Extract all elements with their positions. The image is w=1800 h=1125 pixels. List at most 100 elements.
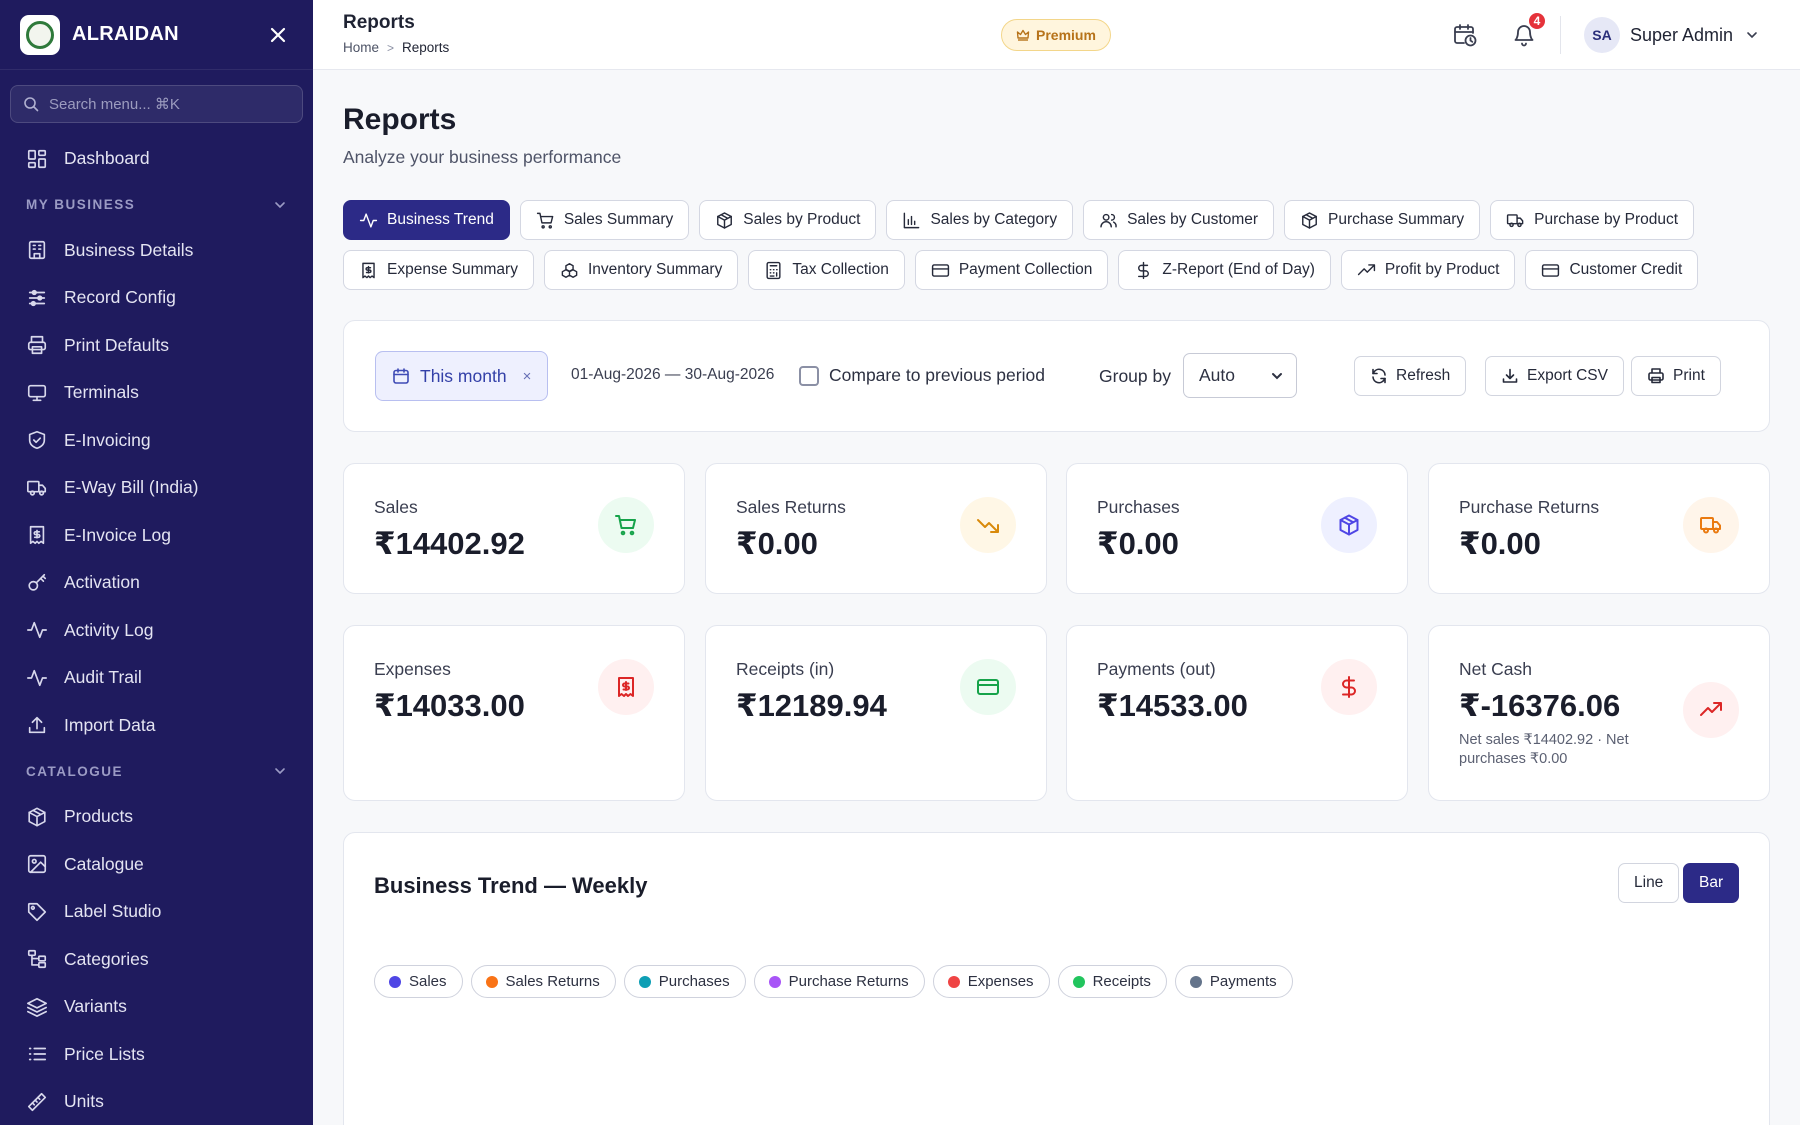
close-sidebar-button[interactable] [263,20,293,50]
tab-tax-collection[interactable]: Tax Collection [748,250,905,290]
tab-profit-by-product[interactable]: Profit by Product [1340,250,1516,290]
kpi-icon-badge [960,497,1016,553]
compare-checkbox[interactable] [799,365,819,386]
chevron-down-icon [1272,372,1282,379]
chevron-down-icon [275,768,285,775]
topbar: Reports Home > Reports Premium 4 SA Supe… [313,0,1800,70]
tab-expense-summary[interactable]: Expense Summary [343,250,534,290]
group-by-select[interactable]: Auto [1183,353,1297,398]
sidebar-item-business-details[interactable]: Business Details [0,227,313,275]
sidebar-item-label: Price Lists [64,1043,145,1064]
period-chip[interactable]: This month × [375,351,549,401]
group-by-label: Group by [1099,366,1171,386]
breadcrumb-home[interactable]: Home [343,40,379,55]
legend-item-sales-returns[interactable]: Sales Returns [470,965,616,998]
tab-sales-by-customer[interactable]: Sales by Customer [1083,200,1275,240]
sidebar-item-terminals[interactable]: Terminals [0,369,313,417]
tab-sales-by-product[interactable]: Sales by Product [699,200,877,240]
compare-toggle[interactable]: Compare to previous period [799,365,1045,386]
legend-item-expenses[interactable]: Expenses [932,965,1050,998]
legend-item-purchases[interactable]: Purchases [623,965,746,998]
tab-label: Purchase Summary [1328,211,1465,228]
sidebar-item-e-invoicing[interactable]: E-Invoicing [0,417,313,465]
tab-label: Customer Credit [1569,261,1683,278]
chevron-down-icon [275,201,285,208]
calendar-icon [393,368,409,384]
sidebar-item-audit-trail[interactable]: Audit Trail [0,654,313,702]
brand-name: ALRAIDAN [72,23,179,45]
schedule-button[interactable] [1450,20,1480,50]
legend-swatch [768,975,781,988]
sidebar-item-units[interactable]: Units [0,1078,313,1125]
business-trend-panel: Business Trend — Weekly Line Bar Sales Sa… [343,832,1770,1125]
legend-item-purchase-returns[interactable]: Purchase Returns [753,965,925,998]
sidebar-section-catalogue[interactable]: CATALOGUE [0,749,313,793]
group-by-value: Auto [1199,365,1235,385]
refresh-label: Refresh [1396,367,1451,384]
sidebar-search-input[interactable] [49,95,290,113]
clear-period-button[interactable]: × [523,368,532,385]
activity-icon [27,669,47,686]
sidebar-section-my-business[interactable]: MY BUSINESS [0,183,313,227]
premium-badge[interactable]: Premium [1001,19,1111,51]
sidebar-item-label: Categories [64,948,149,969]
sidebar-item-categories[interactable]: Categories [0,936,313,984]
credit-card-icon [931,263,949,277]
kpi-value: ₹-16376.06 [1459,688,1621,723]
sidebar-item-import-data[interactable]: Import Data [0,702,313,750]
sidebar-item-e-invoice-log[interactable]: E-Invoice Log [0,512,313,560]
export-csv-label: Export CSV [1527,367,1608,384]
tab-z-report-end-of-day[interactable]: Z-Report (End of Day) [1118,250,1331,290]
line-view-button[interactable]: Line [1618,863,1680,903]
refresh-button[interactable]: Refresh [1354,356,1467,396]
kpi-icon-badge [960,659,1016,715]
sidebar-item-record-config[interactable]: Record Config [0,274,313,322]
sidebar-item-label: Dashboard [64,148,150,169]
kpi-label: Receipts (in) [736,659,835,679]
key-icon [28,573,47,591]
tab-purchase-summary[interactable]: Purchase Summary [1284,200,1481,240]
receipt-icon [29,526,45,545]
print-button[interactable]: Print [1631,356,1721,396]
filters-bar: This month × 01-Aug-2026 — 30-Aug-2026 C… [343,320,1770,432]
sidebar-item-products[interactable]: Products [0,793,313,841]
tab-inventory-summary[interactable]: Inventory Summary [543,250,739,290]
tab-business-trend[interactable]: Business Trend [343,200,510,240]
sidebar-item-price-lists[interactable]: Price Lists [0,1031,313,1079]
sidebar-item-e-way-bill-india[interactable]: E-Way Bill (India) [0,464,313,512]
tab-payment-collection[interactable]: Payment Collection [914,250,1109,290]
notifications-button[interactable]: 4 [1509,11,1547,50]
tab-purchase-by-product[interactable]: Purchase by Product [1490,200,1695,240]
sidebar-item-variants[interactable]: Variants [0,983,313,1031]
sidebar-section-title: CATALOGUE [26,763,123,779]
export-csv-button[interactable]: Export CSV [1485,356,1624,396]
upload-icon [28,717,46,734]
sidebar-item-dashboard[interactable]: Dashboard [0,135,313,183]
legend-item-sales[interactable]: Sales [374,965,463,998]
period-label: This month [420,365,507,386]
kpi-label: Purchases [1097,497,1180,517]
package-icon [1339,514,1359,536]
tab-sales-by-category[interactable]: Sales by Category [886,200,1074,240]
sidebar-item-print-defaults[interactable]: Print Defaults [0,322,313,370]
user-menu[interactable]: SA Super Admin [1584,17,1759,53]
kpi-value: ₹12189.94 [736,688,887,723]
sidebar-item-label-studio[interactable]: Label Studio [0,888,313,936]
legend-item-receipts[interactable]: Receipts [1057,965,1167,998]
tab-sales-summary[interactable]: Sales Summary [519,200,690,240]
sidebar-search[interactable] [10,85,303,123]
kpi-value: ₹14402.92 [374,526,525,561]
list-icon [28,1047,47,1061]
kpi-value: ₹0.00 [1097,526,1179,561]
tab-label: Z-Report (End of Day) [1162,261,1315,278]
layers-icon [27,997,47,1017]
sidebar-item-activation[interactable]: Activation [0,559,313,607]
bar-view-button[interactable]: Bar [1683,863,1740,903]
sidebar-item-activity-log[interactable]: Activity Log [0,607,313,655]
kpi-value: ₹14033.00 [374,688,525,723]
tab-customer-credit[interactable]: Customer Credit [1525,250,1699,290]
chart-legend: Sales Sales Returns Purchases Purchase Retu… [374,965,1293,998]
search-icon [24,97,39,112]
sidebar-item-catalogue[interactable]: Catalogue [0,841,313,889]
legend-item-payments[interactable]: Payments [1174,965,1293,998]
